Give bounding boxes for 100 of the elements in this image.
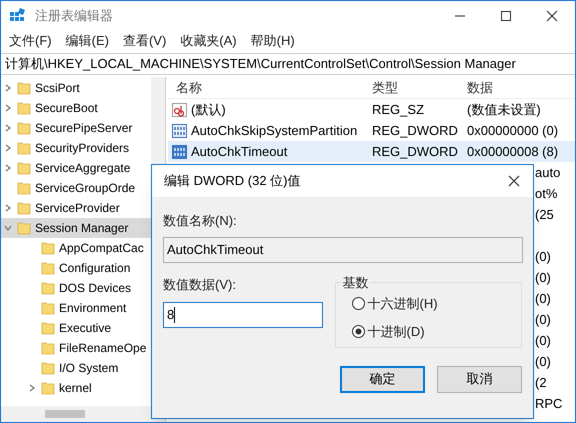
window-title: 注册表编辑器 xyxy=(35,7,113,26)
tree-label: kernel xyxy=(59,380,92,397)
table-cell-text: auto xyxy=(535,164,560,182)
tree-item[interactable]: Session Manager xyxy=(1,218,151,238)
folder-icon xyxy=(41,381,55,395)
menu-item[interactable]: 编辑(E) xyxy=(66,31,109,51)
tree-label: Configuration xyxy=(59,260,130,277)
tree-item[interactable]: SecureBoot xyxy=(1,98,151,118)
table-cell-text: (0) xyxy=(535,290,551,308)
menu-item[interactable]: 帮助(H) xyxy=(250,31,295,51)
tree-item[interactable]: ScsiPort xyxy=(1,78,151,98)
tree-label: Environment xyxy=(59,300,126,317)
close-icon[interactable] xyxy=(507,174,521,188)
table-cell-text: 0x00000008 (8) xyxy=(466,142,558,161)
folder-icon xyxy=(17,221,31,235)
folder-icon xyxy=(41,301,55,315)
folder-icon xyxy=(41,281,55,295)
tree-item[interactable]: ServiceAggregate xyxy=(1,158,151,178)
table-cell-text: RPC xyxy=(535,394,562,413)
table-cell-text: REG_DWORD xyxy=(371,122,459,140)
tree-item[interactable]: ServiceGroupOrde xyxy=(1,178,151,198)
column-header[interactable]: 类型 xyxy=(368,78,463,98)
table-cell-text: (数值未设置) xyxy=(466,100,541,119)
table-cell-text: (2 xyxy=(535,374,547,392)
tree-label: AppCompatCac xyxy=(59,240,144,257)
menu-item[interactable]: 查看(V) xyxy=(122,31,166,51)
radio-button[interactable] xyxy=(352,324,365,338)
table-cell-text: (0) xyxy=(535,248,551,266)
tree-item[interactable]: ServiceProvider xyxy=(1,198,151,218)
chevron-right-icon[interactable] xyxy=(3,203,13,213)
menu-item[interactable]: 收藏夹(A) xyxy=(180,31,237,51)
menu-item[interactable]: 文件(F) xyxy=(9,31,52,51)
dialog-title: 编辑 DWORD (32 位)值 xyxy=(164,172,300,190)
table-cell-text: (0) xyxy=(535,310,551,329)
table-cell-text: (0) xyxy=(535,332,551,350)
binary-value-icon xyxy=(172,144,187,158)
column-header[interactable]: 数据 xyxy=(463,78,575,98)
tree-label: ScsiPort xyxy=(35,80,80,97)
tree-label: ServiceProvider xyxy=(35,200,120,217)
data-field[interactable]: 8 xyxy=(163,302,323,328)
tree-item[interactable]: SecurePipeServer xyxy=(1,118,151,138)
table-row[interactable]: AutoChkTimeout REG_DWORD 0x00000008 (8) xyxy=(168,141,575,162)
folder-icon xyxy=(17,121,31,135)
binary-value-icon xyxy=(172,124,187,138)
tree-label: SecurePipeServer xyxy=(35,120,132,137)
name-field[interactable]: AutoChkTimeout xyxy=(163,236,523,262)
folder-icon xyxy=(17,181,31,195)
folder-icon xyxy=(17,81,31,95)
dialog-button[interactable]: 取消 xyxy=(437,366,522,392)
tree-label: FileRenameOpe xyxy=(59,340,146,357)
table-cell-text: ot% xyxy=(535,184,558,203)
horizontal-scrollbar[interactable] xyxy=(1,406,151,422)
table-row[interactable]: (默认) REG_SZ (数值未设置) xyxy=(168,99,575,120)
tree-label: I/O System xyxy=(59,360,118,377)
string-value-icon xyxy=(172,102,187,116)
tree-label: ServiceAggregate xyxy=(35,160,130,177)
table-cell-text: (默认) xyxy=(191,100,226,119)
tree-item[interactable]: Configuration xyxy=(1,258,151,278)
tree-item[interactable]: FileRenameOpe xyxy=(1,338,151,358)
folder-icon xyxy=(17,141,31,155)
field-label: 数值名称(N): xyxy=(163,212,238,230)
tree-item[interactable]: I/O System xyxy=(1,358,151,378)
address-bar[interactable]: 计算机\HKEY_LOCAL_MACHINE\SYSTEM\CurrentControlSet\Control\Session Manager xyxy=(1,53,575,75)
tree-label: Session Manager xyxy=(35,220,128,237)
radio-label[interactable]: 十进制(D) xyxy=(368,322,425,341)
tree-item[interactable]: DOS Devices xyxy=(1,278,151,298)
tree-label: ServiceGroupOrde xyxy=(35,180,136,197)
tree-item[interactable]: SecurityProviders xyxy=(1,138,151,158)
tree-label: Executive xyxy=(59,320,112,337)
folder-icon xyxy=(41,361,55,375)
tree-item[interactable]: kernel xyxy=(1,378,151,398)
folder-icon xyxy=(41,261,55,275)
chevron-down-icon[interactable] xyxy=(3,223,13,233)
table-cell-text: AutoChkSkipSystemPartition xyxy=(191,122,358,140)
chevron-right-icon[interactable] xyxy=(27,383,37,393)
folder-icon xyxy=(17,101,31,115)
folder-icon xyxy=(41,341,55,355)
folder-icon xyxy=(41,321,55,335)
table-cell-text: REG_DWORD xyxy=(371,142,459,161)
tree-label: DOS Devices xyxy=(59,280,132,297)
table-cell-text: (0) xyxy=(535,268,551,287)
tree-item[interactable]: Environment xyxy=(1,298,151,318)
tree-label: SecurityProviders xyxy=(35,140,130,157)
column-header[interactable]: 名称 xyxy=(168,78,368,98)
table-cell-text: 0x00000000 (0) xyxy=(466,122,558,140)
radio-label[interactable]: 十六进制(H) xyxy=(368,294,438,314)
tree-item[interactable]: Executive xyxy=(1,318,151,338)
dialog-button[interactable]: 确定 xyxy=(340,366,425,392)
table-cell-text: (25 xyxy=(535,206,554,224)
folder-icon xyxy=(41,241,55,255)
table-cell-text: (0) xyxy=(535,352,551,371)
radio-button[interactable] xyxy=(352,297,365,310)
tree-item[interactable]: AppCompatCac xyxy=(1,238,151,258)
folder-icon xyxy=(17,201,31,215)
tree-label: SecureBoot xyxy=(35,100,98,117)
folder-icon xyxy=(17,161,31,175)
table-row[interactable]: AutoChkSkipSystemPartition REG_DWORD 0x00000000 (0) xyxy=(168,120,575,141)
table-cell-text: AutoChkTimeout xyxy=(191,142,288,161)
field-label: 数值数据(V): xyxy=(163,276,237,294)
table-cell-text: REG_SZ xyxy=(371,100,426,119)
